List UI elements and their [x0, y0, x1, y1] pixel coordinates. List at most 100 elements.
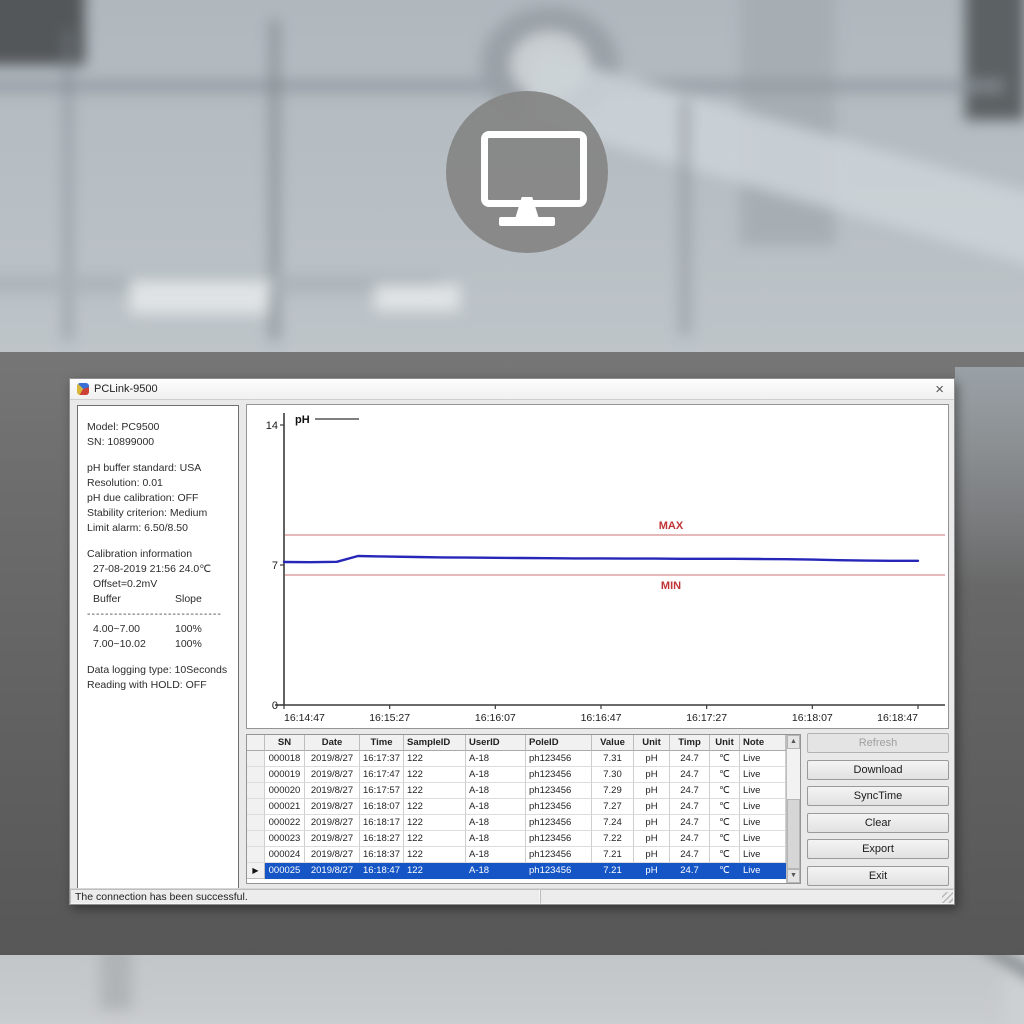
- table-cell: 122: [404, 815, 466, 831]
- table-cell: 2019/8/27: [305, 847, 360, 863]
- log-table: SNDateTimeSampleIDUserIDPoleIDValueUnitT…: [247, 735, 786, 883]
- table-row[interactable]: 0000182019/8/2716:17:37122A-18ph1234567.…: [247, 751, 786, 767]
- table-cell: ℃: [710, 863, 740, 879]
- max-line-label: MAX: [659, 520, 684, 532]
- table-cell: pH: [634, 751, 670, 767]
- table-cell: 000020: [265, 783, 305, 799]
- table-scrollbar[interactable]: ▲ ▼: [786, 735, 800, 883]
- table-cell: A-18: [466, 783, 526, 799]
- table-cell: pH: [634, 767, 670, 783]
- screenshot-stage: PCLink-9500 × Model: PC9500 SN: 10899000…: [0, 0, 1024, 1024]
- table-cell: 000022: [265, 815, 305, 831]
- table-cell: 2019/8/27: [305, 783, 360, 799]
- resize-grip[interactable]: [942, 892, 953, 903]
- table-cell: A-18: [466, 847, 526, 863]
- row-marker: [247, 815, 265, 831]
- table-header-cell: Value: [592, 735, 634, 751]
- exit-button[interactable]: Exit: [807, 866, 949, 886]
- info-line: Stability criterion: Medium: [87, 506, 229, 521]
- table-cell: ph123456: [526, 751, 592, 767]
- x-tick-label: 16:15:27: [369, 712, 410, 724]
- download-button[interactable]: Download: [807, 760, 949, 780]
- info-line: Data logging type: 10Seconds: [87, 663, 229, 678]
- table-cell: 16:18:17: [360, 815, 404, 831]
- x-tick-label: 16:16:47: [581, 712, 622, 724]
- table-cell: A-18: [466, 799, 526, 815]
- row-marker: [247, 735, 265, 751]
- table-row[interactable]: 0000192019/8/2716:17:47122A-18ph1234567.…: [247, 767, 786, 783]
- table-cell: 122: [404, 847, 466, 863]
- table-cell: Live: [740, 799, 786, 815]
- info-line: SN: 10899000: [87, 435, 229, 450]
- status-message: The connection has been successful.: [70, 889, 540, 904]
- table-cell: 16:17:37: [360, 751, 404, 767]
- table-cell: 7.22: [592, 831, 634, 847]
- table-cell: 7.29: [592, 783, 634, 799]
- close-icon[interactable]: ×: [932, 382, 947, 397]
- table-cell: 16:17:57: [360, 783, 404, 799]
- table-cell: pH: [634, 799, 670, 815]
- table-cell: ℃: [710, 815, 740, 831]
- y-tick-label: 14: [266, 420, 278, 432]
- x-tick-label: 16:18:47: [877, 712, 918, 724]
- table-header-row: SNDateTimeSampleIDUserIDPoleIDValueUnitT…: [247, 735, 786, 751]
- monitor-base-glyph: [499, 217, 555, 226]
- scroll-down-icon[interactable]: ▼: [787, 869, 800, 883]
- table-cell: 122: [404, 831, 466, 847]
- table-cell: 122: [404, 799, 466, 815]
- refresh-button: Refresh: [807, 733, 949, 753]
- separator-line: ------------------------------: [87, 607, 229, 622]
- table-cell: 7.21: [592, 847, 634, 863]
- table-cell: ph123456: [526, 847, 592, 863]
- table-header-cell: Unit: [634, 735, 670, 751]
- table-cell: Live: [740, 847, 786, 863]
- table-cell: ph123456: [526, 767, 592, 783]
- table-cell: 24.7: [670, 815, 710, 831]
- table-cell: 2019/8/27: [305, 799, 360, 815]
- table-cell: 24.7: [670, 863, 710, 879]
- table-cell: 000024: [265, 847, 305, 863]
- table-row[interactable]: ▶0000252019/8/2716:18:47122A-18ph1234567…: [247, 863, 786, 879]
- table-row[interactable]: 0000202019/8/2716:17:57122A-18ph1234567.…: [247, 783, 786, 799]
- table-cell: ℃: [710, 831, 740, 847]
- table-cell: 122: [404, 751, 466, 767]
- buffer-header: Buffer: [93, 592, 175, 607]
- table-cell: A-18: [466, 863, 526, 879]
- table-cell: 7.30: [592, 767, 634, 783]
- table-cell: pH: [634, 815, 670, 831]
- clear-button[interactable]: Clear: [807, 813, 949, 833]
- table-cell: Live: [740, 783, 786, 799]
- x-tick-label: 16:14:47: [284, 712, 325, 724]
- table-cell: A-18: [466, 767, 526, 783]
- table-cell: ℃: [710, 783, 740, 799]
- table-header-cell: UserID: [466, 735, 526, 751]
- table-cell: 16:17:47: [360, 767, 404, 783]
- table-cell: 24.7: [670, 767, 710, 783]
- table-cell: 000019: [265, 767, 305, 783]
- slope-value: 100%: [175, 622, 202, 637]
- table-cell: 2019/8/27: [305, 767, 360, 783]
- table-header-cell: Date: [305, 735, 360, 751]
- table-row[interactable]: 0000232019/8/2716:18:27122A-18ph1234567.…: [247, 831, 786, 847]
- table-cell: Live: [740, 815, 786, 831]
- table-row[interactable]: 0000242019/8/2716:18:37122A-18ph1234567.…: [247, 847, 786, 863]
- scrollbar-thumb[interactable]: [787, 799, 800, 869]
- scroll-up-icon[interactable]: ▲: [787, 735, 800, 749]
- synctime-button[interactable]: SyncTime: [807, 786, 949, 806]
- table-cell: ℃: [710, 799, 740, 815]
- table-cell: 24.7: [670, 751, 710, 767]
- row-marker: [247, 831, 265, 847]
- info-line: Model: PC9500: [87, 420, 229, 435]
- table-cell: 24.7: [670, 783, 710, 799]
- table-header-cell: PoleID: [526, 735, 592, 751]
- table-cell: ph123456: [526, 799, 592, 815]
- table-cell: 7.27: [592, 799, 634, 815]
- export-button[interactable]: Export: [807, 839, 949, 859]
- table-cell: ph123456: [526, 863, 592, 879]
- buffer-range: 7.00~10.02: [93, 637, 175, 652]
- table-row[interactable]: 0000212019/8/2716:18:07122A-18ph1234567.…: [247, 799, 786, 815]
- monitor-screen-glyph: [481, 131, 587, 207]
- table-header-cell: Note: [740, 735, 786, 751]
- table-cell: Live: [740, 751, 786, 767]
- table-row[interactable]: 0000222019/8/2716:18:17122A-18ph1234567.…: [247, 815, 786, 831]
